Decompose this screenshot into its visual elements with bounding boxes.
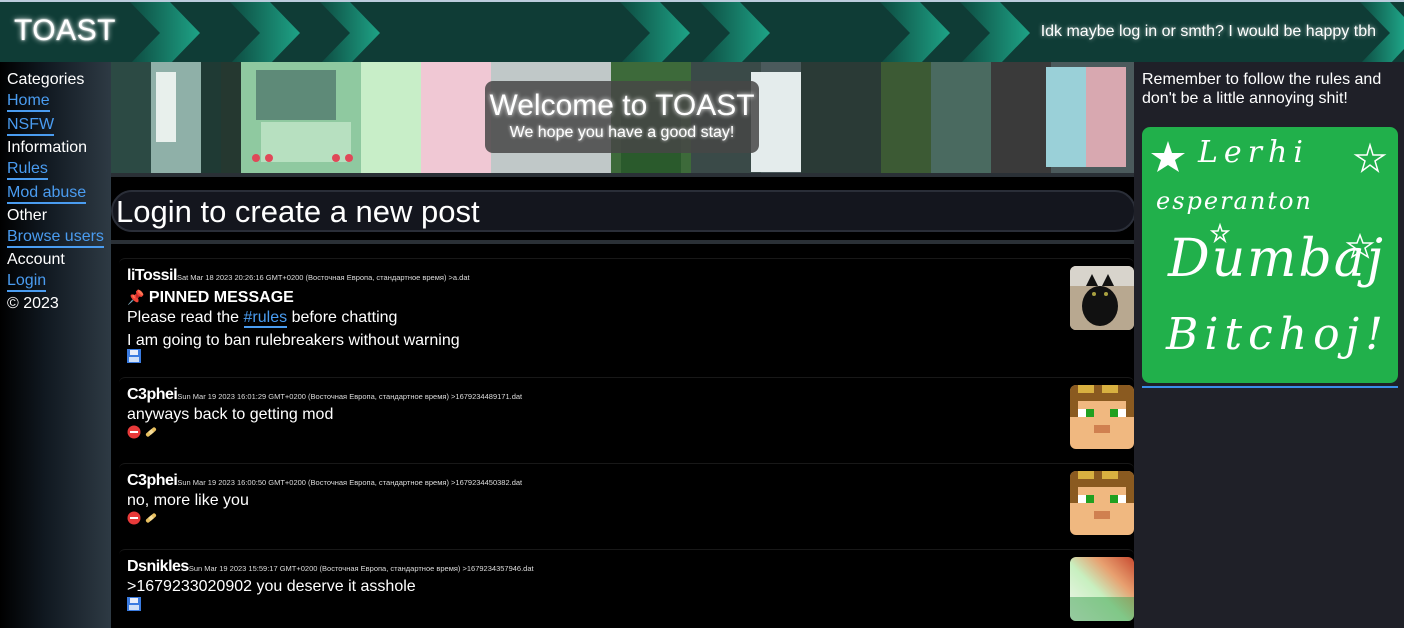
drawing-text: esperanton — [1156, 187, 1313, 215]
avatar[interactable] — [1070, 385, 1134, 449]
divider-bottom — [111, 240, 1134, 244]
sidebar-link-rules[interactable]: Rules — [7, 159, 48, 180]
pixel-face-avatar-image — [1070, 385, 1134, 449]
post-meta: Sun Mar 19 2023 16:00:50 GMT+0200 (Восто… — [177, 478, 523, 487]
sidebar-link-nsfw[interactable]: NSFW — [7, 115, 55, 136]
banner-subtitle: We hope you have a good stay! — [509, 124, 735, 141]
header-message: Idk maybe log in or smth? I would be hap… — [1040, 23, 1376, 40]
banner-title: Welcome to TOAST — [489, 89, 755, 122]
post-item: C3pheiSun Mar 19 2023 16:00:50 GMT+0200 … — [119, 463, 1134, 546]
sidebar-link-home[interactable]: Home — [7, 91, 50, 112]
sidebar-heading-other: Other — [7, 207, 48, 224]
post-text: I am going to ban rulebreakers without w… — [127, 332, 460, 349]
no-entry-icon[interactable] — [127, 511, 141, 525]
post-header: liTossilSat Mar 18 2023 20:26:16 GMT+020… — [127, 267, 470, 285]
post-meta: Sun Mar 19 2023 16:01:29 GMT+0200 (Восто… — [177, 392, 523, 401]
site-brand[interactable]: TOAST — [14, 14, 116, 48]
post-header: C3pheiSun Mar 19 2023 16:01:29 GMT+0200 … — [127, 386, 522, 404]
banner-welcome-box: Welcome to TOAST We hope you have a good… — [485, 81, 759, 153]
floppy-disk-icon[interactable] — [127, 597, 141, 611]
sidebar-link-login[interactable]: Login — [7, 271, 47, 292]
drawing-text: Bitchoj! — [1166, 309, 1389, 360]
avatar[interactable] — [1070, 471, 1134, 535]
post-meta: Sat Mar 18 2023 20:26:16 GMT+0200 (Восто… — [176, 273, 470, 282]
post-text: no, more like you — [127, 492, 249, 509]
post-author[interactable]: liTossil — [127, 267, 177, 284]
pushpin-icon: 📌 — [127, 289, 145, 305]
pixel-face-avatar-image — [1070, 471, 1134, 535]
right-sidebar: Remember to follow the rules and don't b… — [1134, 62, 1404, 628]
drawing-text: Dumbaj — [1168, 229, 1385, 289]
handwritten-drawing: Lerhi esperanton Dumbaj Bitchoj! — [1142, 127, 1398, 383]
no-entry-icon[interactable] — [127, 425, 141, 439]
post-author[interactable]: C3phei — [127, 472, 178, 489]
sidebar-heading-account: Account — [7, 251, 65, 268]
post-item: C3pheiSun Mar 19 2023 16:01:29 GMT+0200 … — [119, 377, 1134, 460]
divider-top — [111, 173, 1134, 177]
post-author[interactable]: C3phei — [127, 386, 178, 403]
post-text: anyways back to getting mod — [127, 406, 334, 423]
post-author[interactable]: Dsnikles — [127, 558, 189, 575]
post-item: liTossilSat Mar 18 2023 20:26:16 GMT+020… — [119, 258, 1134, 374]
sidebar-link-browse-users[interactable]: Browse users — [7, 227, 104, 248]
site-header: TOAST Idk maybe log in or smth? I would … — [0, 0, 1404, 62]
bandage-icon[interactable] — [143, 511, 159, 525]
post-header: DsniklesSun Mar 19 2023 15:59:17 GMT+020… — [127, 558, 534, 576]
post-item: DsniklesSun Mar 19 2023 15:59:17 GMT+020… — [119, 549, 1134, 628]
avatar[interactable] — [1070, 266, 1134, 330]
post-meta: Sun Mar 19 2023 15:59:17 GMT+0200 (Восто… — [188, 564, 534, 573]
right-sidebar-divider — [1142, 386, 1398, 388]
rules-hashtag-link[interactable]: #rules — [243, 309, 288, 328]
login-prompt-bar[interactable]: Login to create a new post — [111, 190, 1136, 232]
copyright: © 2023 — [7, 295, 59, 312]
rules-reminder: Remember to follow the rules and don't b… — [1142, 71, 1382, 107]
post-header: C3pheiSun Mar 19 2023 16:00:50 GMT+0200 … — [127, 472, 522, 490]
sidebar-heading-categories: Categories — [7, 71, 85, 88]
post-body: 📌 PINNED MESSAGE Please read the #rules … — [127, 287, 460, 351]
sidebar-heading-information: Information — [7, 139, 88, 156]
post-text: Please read the — [127, 309, 240, 326]
welcome-banner: Welcome to TOAST We hope you have a good… — [111, 62, 1134, 173]
left-sidebar: Categories Home NSFW Information Rules M… — [0, 62, 111, 628]
post-text: before chatting — [291, 309, 398, 326]
login-prompt-text[interactable]: Login to create a new post — [116, 194, 480, 230]
drawing-text: Lerhi — [1198, 135, 1309, 170]
cat-avatar-image — [1070, 266, 1134, 330]
bandage-icon[interactable] — [143, 425, 159, 439]
sidebar-link-mod-abuse[interactable]: Mod abuse — [7, 183, 87, 204]
avatar[interactable] — [1070, 557, 1134, 621]
abstract-avatar-image — [1070, 557, 1134, 621]
floppy-disk-icon[interactable] — [127, 349, 141, 363]
pinned-label: PINNED MESSAGE — [148, 289, 294, 306]
post-text: >1679233020902 you deserve it asshole — [127, 578, 416, 595]
